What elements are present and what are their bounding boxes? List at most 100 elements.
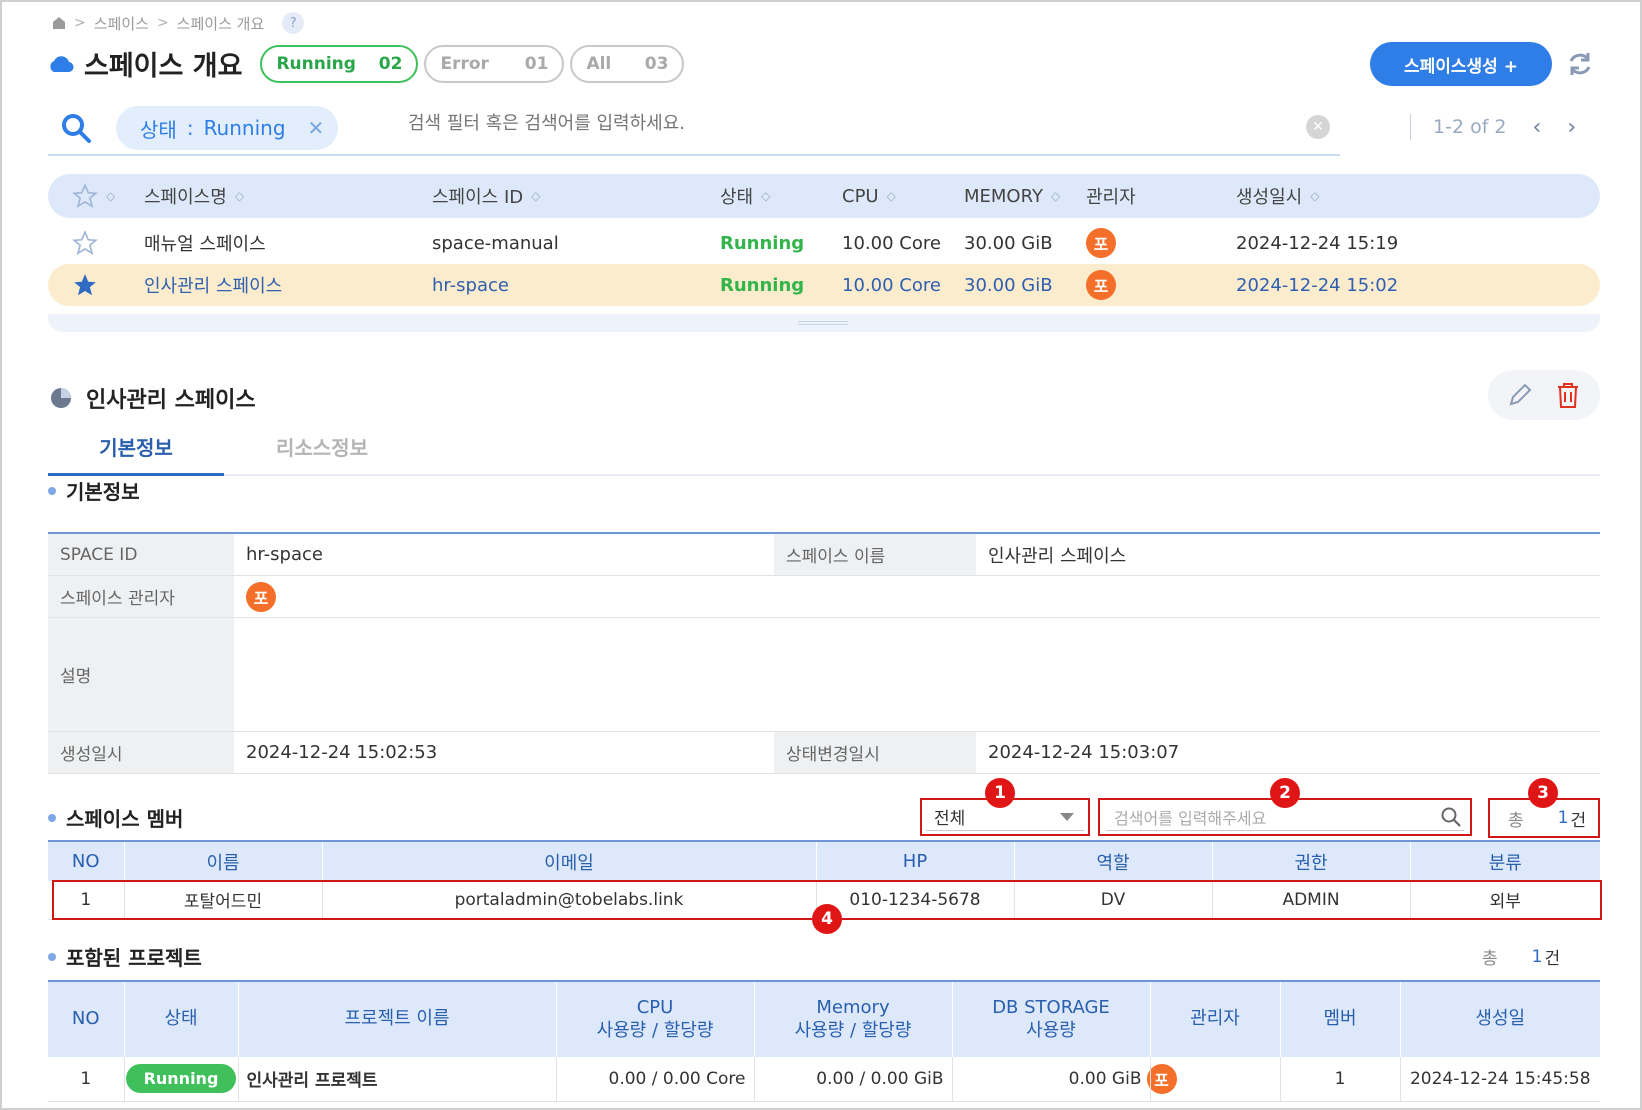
create-space-button[interactable]: 스페이스생성 + xyxy=(1370,42,1552,86)
filter-pill-error[interactable]: Error 01 xyxy=(424,44,565,83)
member-search-input[interactable]: 검색어를 입력해주세요 xyxy=(1114,805,1266,829)
col-header-status[interactable]: 상태 ◇ xyxy=(720,174,770,218)
space-table-header: ◇ 스페이스명 ◇ 스페이스 ID ◇ 상태 ◇ CPU ◇ MEMORY ◇ 관리자 생… xyxy=(48,174,1600,218)
basic-info-table: SPACE ID hr-space 스페이스 이름 인사관리 스페이스 스페이스… xyxy=(48,532,1600,774)
star-filled-icon[interactable] xyxy=(72,264,98,306)
chevron-right-icon[interactable]: › xyxy=(1567,115,1576,140)
section-title: 포함된 프로젝트 xyxy=(66,946,202,970)
cloud-icon xyxy=(50,55,74,72)
pill-count: 01 xyxy=(524,53,549,74)
star-outline-icon[interactable] xyxy=(72,222,98,264)
section-projects: 포함된 프로젝트 xyxy=(48,942,202,971)
detail-actions xyxy=(1488,370,1600,420)
filter-chip[interactable]: 상태 : Running ✕ xyxy=(116,106,339,150)
info-label: 생성일시 xyxy=(48,732,234,773)
table-row-selected[interactable]: 인사관리 스페이스 hr-space Running 10.00 Core 30… xyxy=(48,264,1600,306)
cpu-value: 10.00 Core xyxy=(842,274,941,296)
cell-status: Running xyxy=(124,1057,239,1102)
tab-basic-info[interactable]: 기본정보 xyxy=(48,432,224,476)
home-icon[interactable] xyxy=(52,16,66,30)
col-header-admin: 관리자 xyxy=(1086,187,1136,208)
section-title: 기본정보 xyxy=(66,480,140,504)
cpu-value: 10.00 Core xyxy=(842,232,941,254)
clear-icon[interactable]: ✕ xyxy=(1306,115,1330,139)
memory-value: 30.00 GiB xyxy=(964,274,1053,296)
member-count: 총 1 건 xyxy=(1508,806,1586,831)
sort-icon: ◇ xyxy=(1050,189,1061,203)
trash-icon[interactable] xyxy=(1555,381,1581,409)
avatar: 포 xyxy=(246,581,276,612)
help-icon[interactable]: ? xyxy=(282,12,305,34)
col-header-cpu[interactable]: CPU ◇ xyxy=(842,174,896,218)
col-header-email: 이메일 xyxy=(322,841,817,881)
pencil-icon[interactable] xyxy=(1507,382,1533,408)
col-header-memory[interactable]: MEMORY ◇ xyxy=(964,174,1060,218)
detail-title: 인사관리 스페이스 xyxy=(50,382,256,414)
info-row: SPACE ID hr-space 스페이스 이름 인사관리 스페이스 xyxy=(48,534,1600,576)
count-label: 총 xyxy=(1508,810,1524,831)
col-header-id[interactable]: 스페이스 ID ◇ xyxy=(432,174,540,218)
chevron-left-icon[interactable]: ‹ xyxy=(1533,115,1542,140)
search-icon[interactable] xyxy=(60,112,92,144)
divider xyxy=(1410,114,1411,140)
col-header-name[interactable]: 스페이스명 ◇ xyxy=(144,174,244,218)
refresh-icon[interactable] xyxy=(1566,50,1594,78)
status-badge: Running xyxy=(125,1064,237,1094)
grip-icon xyxy=(798,321,848,325)
col-header-memory: Memory 사용량 / 할당량 xyxy=(754,981,953,1057)
chip-value: Running xyxy=(203,116,286,140)
callout-badge-1: 1 xyxy=(985,778,1015,808)
col-header-members: 멤버 xyxy=(1280,981,1401,1057)
table-row[interactable]: 매뉴얼 스페이스 space-manual Running 10.00 Core… xyxy=(48,222,1600,264)
breadcrumb-item-overview: 스페이스 개요 xyxy=(176,14,265,33)
info-label: 스페이스 관리자 xyxy=(48,576,234,617)
cell-no: 1 xyxy=(48,1057,125,1102)
search-bar: 상태 : Running ✕ ✕ xyxy=(48,100,1340,156)
chevron-right-icon: > xyxy=(156,15,169,31)
caret-down-icon xyxy=(1060,812,1074,821)
resize-handle[interactable] xyxy=(48,314,1600,332)
filter-pill-all[interactable]: All 03 xyxy=(570,44,685,83)
page-title: 스페이스 개요 xyxy=(84,51,243,82)
count-unit: 건 xyxy=(1544,949,1561,969)
breadcrumb-item-space[interactable]: 스페이스 xyxy=(94,13,149,34)
info-label: 설명 xyxy=(48,618,234,731)
sort-icon: ◇ xyxy=(106,189,116,203)
info-row: 설명 xyxy=(48,618,1600,732)
title-row: 스페이스 개요 Running 02 Error 01 All 03 xyxy=(48,44,690,83)
search-icon[interactable] xyxy=(1440,806,1462,828)
detail-tabs: 기본정보 리소스정보 xyxy=(48,426,1600,476)
db-value: 0.00 GiB xyxy=(1068,1068,1142,1089)
avatar: 포 xyxy=(1146,1063,1177,1094)
star-outline-icon xyxy=(72,183,98,209)
col-header-type: 분류 xyxy=(1410,841,1600,881)
pill-label: All xyxy=(586,53,612,74)
col-header-no: NO xyxy=(48,841,125,881)
count-value: 1 xyxy=(1531,946,1543,967)
col-header-cpu: CPU 사용량 / 할당량 xyxy=(556,981,755,1057)
cell-project-name[interactable]: 인사관리 프로젝트 xyxy=(238,1057,557,1102)
pill-label: Running xyxy=(276,53,356,74)
pie-chart-icon xyxy=(51,388,71,408)
table-row[interactable]: 1 Running 인사관리 프로젝트 0.00 / 0.00 Core 0.0… xyxy=(48,1057,1600,1102)
cell-admin: 포 xyxy=(1146,1057,1281,1102)
info-row: 스페이스 관리자 포 xyxy=(48,576,1600,618)
info-value: 2024-12-24 15:03:07 xyxy=(988,742,1180,763)
memory-value: 30.00 GiB xyxy=(964,232,1053,254)
search-input[interactable] xyxy=(408,113,1288,134)
sort-icon: ◇ xyxy=(531,189,541,203)
col-header-created[interactable]: 생성일시 ◇ xyxy=(1236,174,1319,218)
col-header-admin: 관리자 xyxy=(1150,981,1281,1057)
detail-title-text: 인사관리 스페이스 xyxy=(86,388,256,413)
count-label: 총 xyxy=(1482,949,1498,969)
space-id: hr-space xyxy=(432,274,509,296)
tab-resource-info[interactable]: 리소스정보 xyxy=(276,432,368,461)
info-label: 스페이스 이름 xyxy=(774,534,976,575)
callout-badge-2: 2 xyxy=(1270,778,1300,808)
col-header-db-storage: DB STORAGE 사용량 xyxy=(952,981,1151,1057)
close-icon[interactable]: ✕ xyxy=(308,116,325,140)
favorite-header[interactable]: ◇ xyxy=(72,174,115,218)
filter-pill-running[interactable]: Running 02 xyxy=(260,44,419,83)
count-value: 1 xyxy=(1557,808,1569,828)
created-date: 2024-12-24 15:19 xyxy=(1236,232,1399,254)
